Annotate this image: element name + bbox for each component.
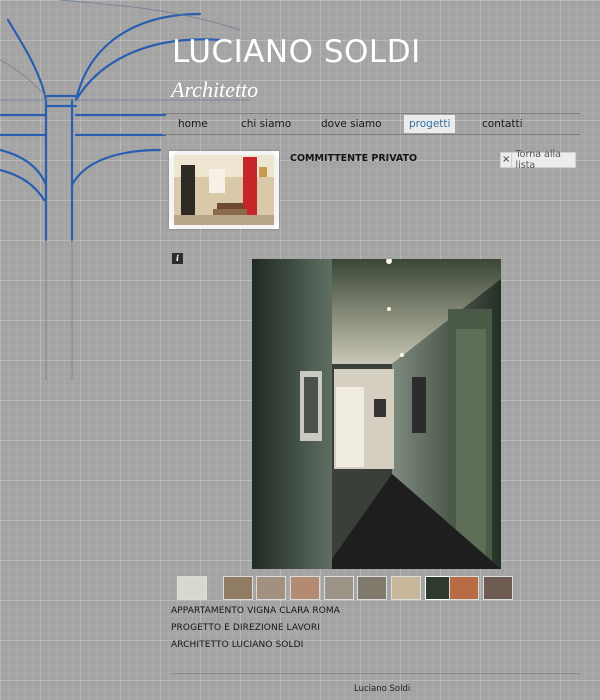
- project-description-line: PROGETTO E DIREZIONE LAVORI: [171, 623, 320, 633]
- gallery-thumbnail[interactable]: [324, 576, 354, 600]
- footer-text: Luciano Soldi: [354, 684, 411, 694]
- nav-top-rule: [162, 113, 580, 114]
- gallery-thumbnail[interactable]: [483, 576, 513, 600]
- close-icon: ×: [501, 153, 513, 167]
- project-cover-thumbnail[interactable]: [169, 151, 279, 229]
- nav-item-chi-siamo[interactable]: chi siamo: [236, 115, 296, 133]
- project-client-title: COMMITTENTE PRIVATO: [290, 153, 418, 164]
- site-subtitle: Architetto: [171, 77, 259, 102]
- nav-item-home[interactable]: home: [173, 115, 213, 133]
- frame-corner-bottom-left: [169, 221, 177, 229]
- back-to-list-label: Torna alla lista: [515, 149, 561, 171]
- gallery-thumbnail[interactable]: [357, 576, 387, 600]
- nav-item-contatti[interactable]: contatti: [477, 115, 528, 133]
- project-cover-image: [174, 155, 274, 225]
- gallery-thumbnail[interactable]: [223, 576, 253, 600]
- gallery-main-photo: [252, 258, 501, 569]
- project-description-line: ARCHITETTO LUCIANO SOLDI: [171, 640, 304, 650]
- nav-bottom-rule: [162, 134, 580, 135]
- main-navigation: home chi siamo dove siamo progetti conta…: [162, 115, 582, 135]
- nav-item-dove-siamo[interactable]: dove siamo: [316, 115, 387, 133]
- frame-corner-top-left: [169, 151, 177, 159]
- frame-corner-top-right: [271, 151, 279, 159]
- gallery-thumbnail[interactable]: [449, 576, 479, 600]
- gallery-thumbnail[interactable]: [391, 576, 421, 600]
- gallery-thumbnail[interactable]: [256, 576, 286, 600]
- project-description-line: APPARTAMENTO VIGNA CLARA ROMA: [171, 606, 341, 616]
- frame-corner-bottom-right: [271, 221, 279, 229]
- footer-rule: [172, 673, 580, 674]
- nav-item-progetti[interactable]: progetti: [404, 115, 456, 133]
- back-to-list-button[interactable]: × Torna alla lista: [500, 149, 576, 171]
- site-title: LUCIANO SOLDI: [172, 34, 421, 70]
- info-icon[interactable]: i: [172, 253, 183, 264]
- gallery-thumbnail[interactable]: [177, 576, 207, 600]
- gallery-thumbnail-strip: [177, 576, 517, 601]
- gallery-thumbnail[interactable]: [290, 576, 320, 600]
